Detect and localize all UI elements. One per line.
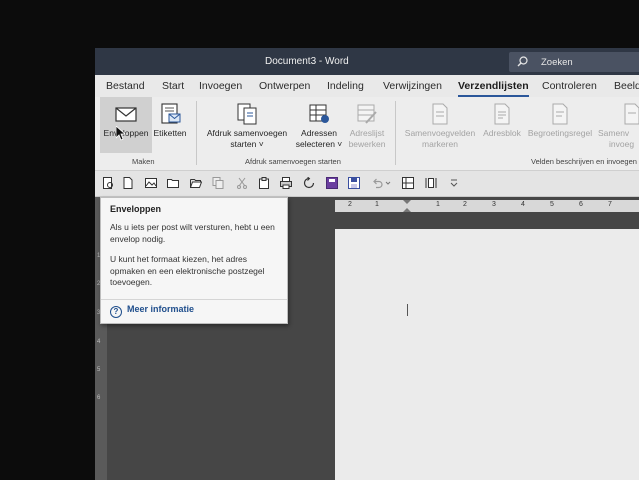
- edit-list-icon: [356, 103, 378, 125]
- paste-icon[interactable]: [258, 177, 270, 189]
- hruler-tick: 1: [375, 201, 379, 208]
- mail-merge-icon: [236, 103, 258, 125]
- envelope-icon: [115, 103, 137, 125]
- enveloppen-label: Enveloppen: [103, 128, 149, 138]
- enveloppen-tooltip: Enveloppen Als u iets per post wilt vers…: [100, 197, 288, 324]
- hruler-tick: 2: [463, 201, 467, 208]
- document-page[interactable]: [335, 229, 639, 480]
- hruler-tick: 1: [436, 201, 440, 208]
- tooltip-divider: [101, 299, 287, 300]
- text-caret: [407, 304, 408, 316]
- enveloppen-button[interactable]: Enveloppen: [100, 97, 152, 153]
- vruler-tick: 5: [97, 367, 101, 373]
- meer-informatie-label: Meer informatie: [127, 304, 195, 314]
- adressen-selecteren-button[interactable]: Adressen selecteren ˅: [295, 103, 343, 150]
- folder-icon[interactable]: [167, 177, 179, 189]
- insert-field-icon: [621, 103, 639, 125]
- address-list-icon: [308, 103, 330, 125]
- print-preview-icon[interactable]: [102, 177, 114, 189]
- greeting-line-icon: [549, 103, 571, 125]
- word-window: Document3 - Word Zoeken Bestand Start In…: [95, 48, 639, 480]
- undo-icon[interactable]: [371, 177, 383, 189]
- cut-icon[interactable]: [236, 177, 248, 189]
- adressen-label-1: Adressen: [301, 128, 337, 138]
- samenvoeg-label-2: markeren: [422, 139, 458, 149]
- samenv2-label-1: Samenv: [598, 128, 630, 138]
- afdruk-label-1: Afdruk samenvoegen: [206, 128, 288, 138]
- hruler-tick: 3: [492, 201, 496, 208]
- adresblok-label: Adresblok: [483, 128, 521, 138]
- tab-bestand[interactable]: Bestand: [106, 80, 145, 92]
- vruler-tick: 6: [97, 395, 101, 401]
- window-title: Document3 - Word: [265, 56, 349, 67]
- save-icon[interactable]: [348, 177, 360, 189]
- group-label-velden: Velden beschrijven en invoegen: [531, 157, 637, 166]
- etiketten-label: Etiketten: [153, 128, 187, 138]
- adreslijst-label-2: bewerken: [348, 139, 386, 149]
- redo-icon[interactable]: [303, 177, 315, 189]
- tab-verwijzingen[interactable]: Verwijzingen: [383, 80, 442, 92]
- samenvoegvelden-markeren-button[interactable]: Samenvoegvelden markeren: [400, 103, 480, 150]
- indent-marker-icon[interactable]: [403, 200, 411, 212]
- hruler-tick: 5: [550, 201, 554, 208]
- copy-icon[interactable]: [212, 177, 224, 189]
- samenv2-label-2: invoeg: [609, 139, 635, 149]
- ribbon-tabs: Bestand Start Invoegen Ontwerpen Indelin…: [95, 75, 639, 97]
- undo-dropdown-icon[interactable]: [385, 177, 391, 189]
- meer-informatie-link[interactable]: ? Meer informatie: [110, 304, 194, 318]
- horizontal-ruler[interactable]: 2 1 1 2 3 4 5 6 7: [335, 200, 639, 212]
- arrange-icon[interactable]: [402, 177, 414, 189]
- hruler-tick: 2: [348, 201, 352, 208]
- columns-icon[interactable]: [425, 177, 437, 189]
- open-folder-icon[interactable]: [190, 177, 202, 189]
- ribbon: Enveloppen Etiketten Maken Afdruk samenv…: [95, 97, 639, 171]
- tab-controleren[interactable]: Controleren: [542, 80, 597, 92]
- record-icon[interactable]: [326, 177, 338, 189]
- begroeting-label: Begroetingsregel: [527, 128, 593, 138]
- tooltip-paragraph-2: U kunt het formaat kiezen, het adres opm…: [110, 254, 265, 287]
- ribbon-separator: [395, 101, 396, 165]
- adressen-label-2: selecteren ˅: [295, 139, 343, 149]
- search-label: Zoeken: [541, 57, 573, 68]
- printer-icon[interactable]: [280, 177, 292, 189]
- begroetingsregel-button[interactable]: Begroetingsregel: [524, 103, 596, 139]
- tab-beeld[interactable]: Beeld: [614, 80, 639, 92]
- tooltip-paragraph-1: Als u iets per post wilt versturen, hebt…: [110, 222, 275, 244]
- adreslijst-label-1: Adreslijst: [349, 128, 385, 138]
- afdruk-label-2: starten ˅: [230, 139, 264, 149]
- highlight-fields-icon: [429, 103, 451, 125]
- vruler-tick: 4: [97, 339, 101, 345]
- quick-access-toolbar: [95, 171, 639, 197]
- hruler-tick: 7: [608, 201, 612, 208]
- new-document-icon[interactable]: [122, 177, 134, 189]
- tab-invoegen[interactable]: Invoegen: [199, 80, 242, 92]
- address-block-icon: [491, 103, 513, 125]
- search-icon: [517, 56, 528, 70]
- help-icon: ?: [110, 306, 122, 318]
- tab-ontwerpen[interactable]: Ontwerpen: [259, 80, 310, 92]
- hruler-tick: 4: [521, 201, 525, 208]
- picture-icon[interactable]: [145, 177, 157, 189]
- customize-toolbar-icon[interactable]: [450, 177, 458, 189]
- mouse-pointer-icon: [116, 126, 126, 141]
- tooltip-title: Enveloppen: [110, 204, 162, 214]
- etiketten-button[interactable]: Etiketten: [152, 103, 188, 139]
- adresblok-button[interactable]: Adresblok: [479, 103, 525, 139]
- samenvoeg-label-1: Samenvoegvelden: [404, 128, 476, 138]
- tab-verzendlijsten[interactable]: Verzendlijsten: [458, 80, 529, 97]
- hruler-tick: 6: [579, 201, 583, 208]
- adreslijst-bewerken-button[interactable]: Adreslijst bewerken: [345, 103, 389, 150]
- afdruk-samenvoegen-button[interactable]: Afdruk samenvoegen starten ˅: [202, 103, 292, 150]
- search-box[interactable]: Zoeken: [509, 52, 639, 72]
- samenvoegveld-invoegen-button[interactable]: Samenv invoeg: [595, 103, 639, 150]
- group-label-maken: Maken: [132, 157, 155, 166]
- ribbon-separator: [196, 101, 197, 165]
- tab-start[interactable]: Start: [162, 80, 184, 92]
- group-label-afdruk: Afdruk samenvoegen starten: [245, 157, 341, 166]
- title-bar: Document3 - Word Zoeken: [95, 48, 639, 75]
- tab-indeling[interactable]: Indeling: [327, 80, 364, 92]
- labels-icon: [159, 103, 181, 125]
